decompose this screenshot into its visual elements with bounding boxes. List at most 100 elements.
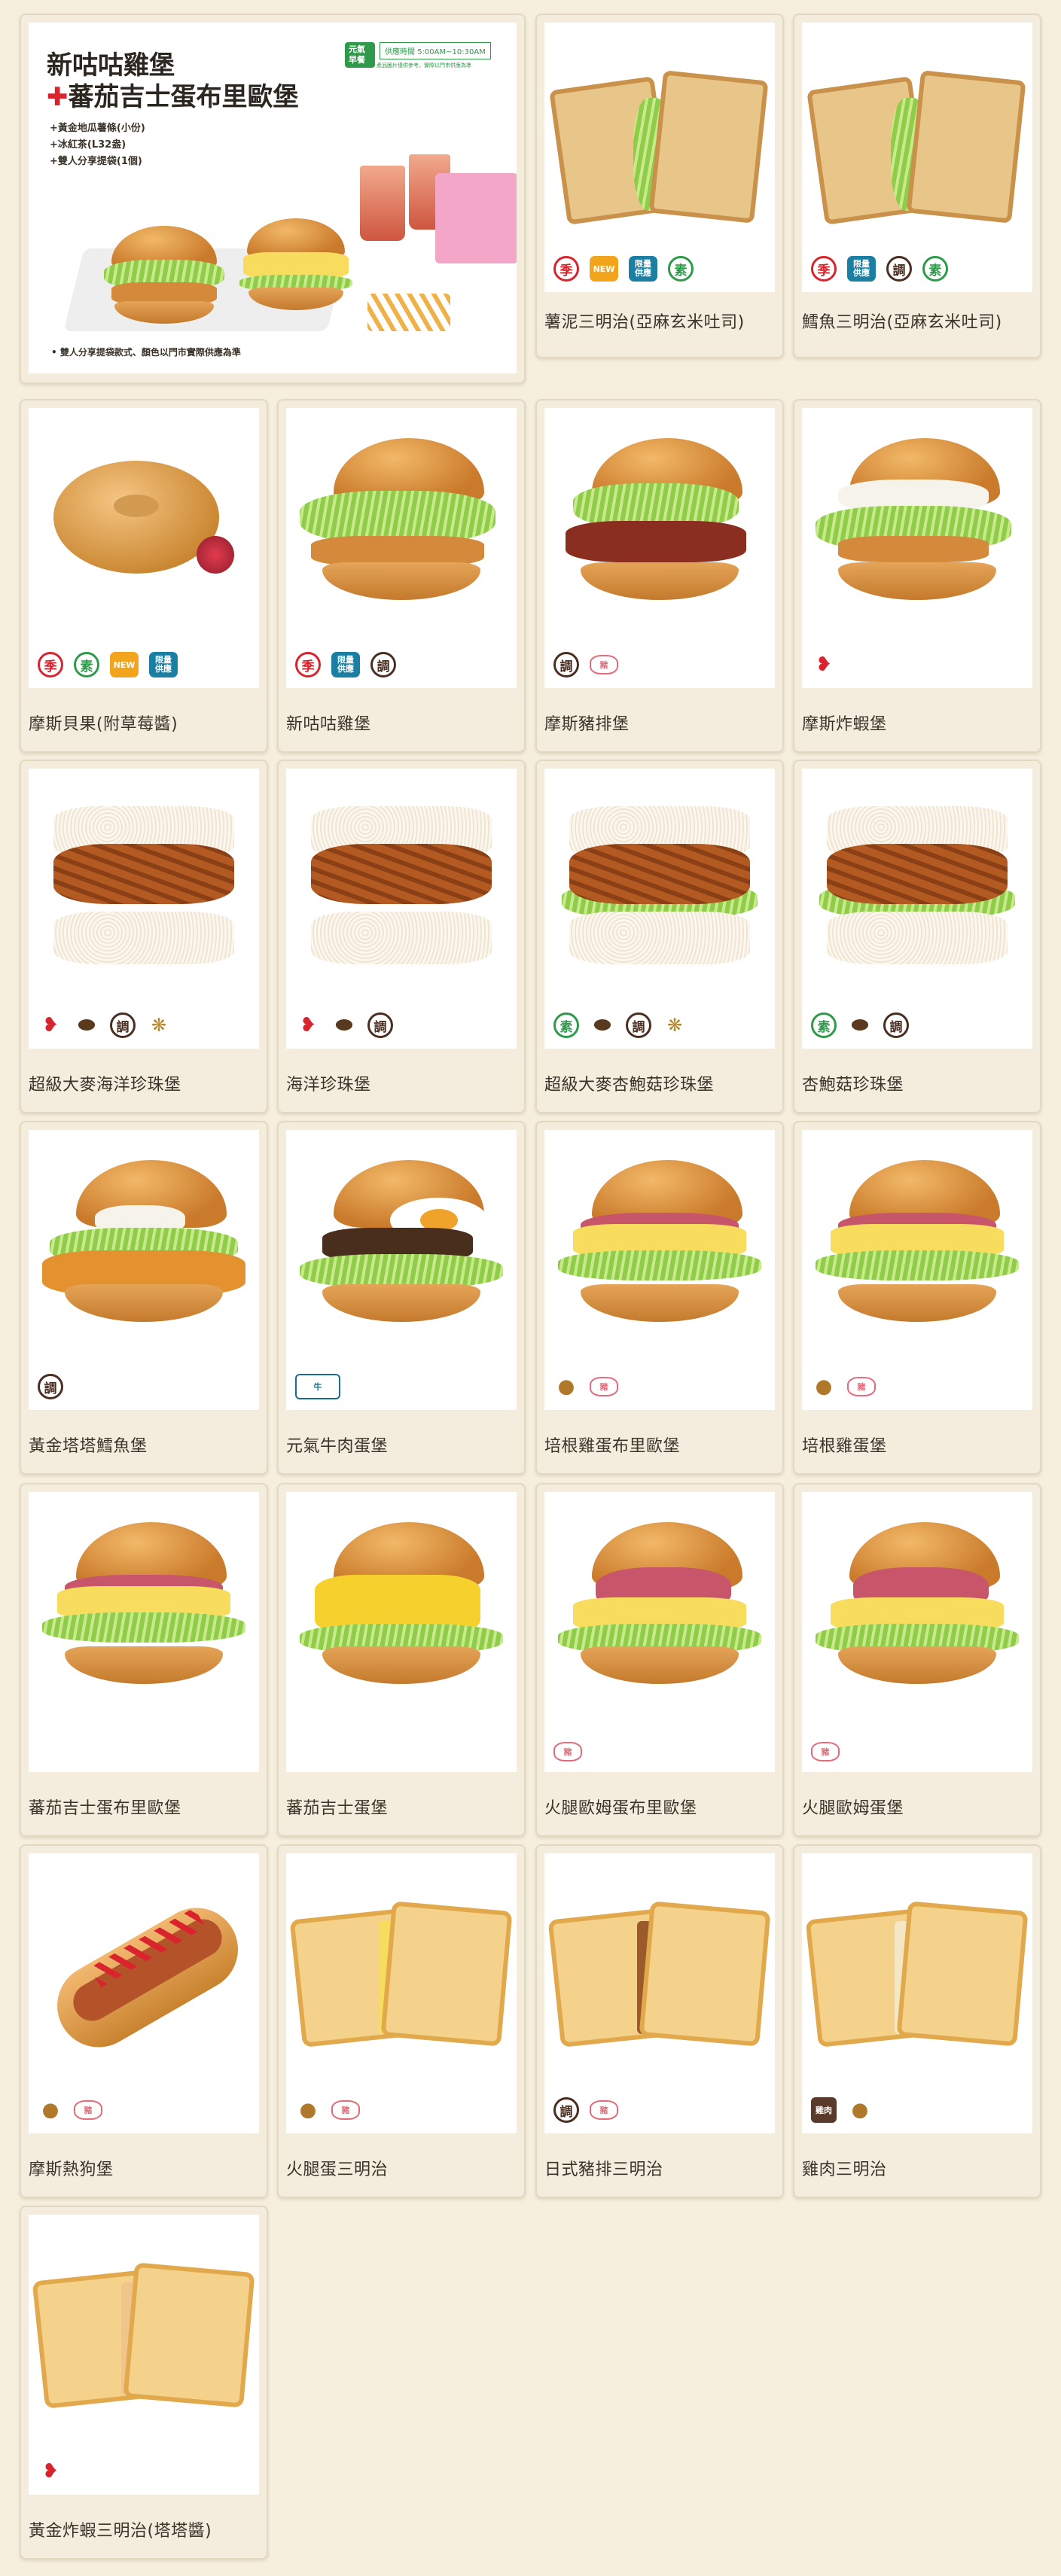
menu-item-icons: 季季限量供應限量供應調調素素 — [811, 256, 948, 282]
pork-icon: 豬 — [590, 1377, 618, 1396]
menu-item-photo: 豬豬 — [544, 1492, 775, 1772]
limited-supply-icon: 限量 供應 — [331, 652, 360, 677]
menu-item-name: 新咕咕雞堡 — [286, 715, 371, 734]
promo-line: +冰紅茶(L32盎) — [50, 139, 127, 151]
menu-item-photo: 蝦❥堅果⬬調調 — [286, 769, 517, 1049]
hotdog-illustration — [41, 1891, 254, 2064]
peanut-icon: ● — [41, 2099, 59, 2121]
sandwich-illustration — [549, 53, 769, 241]
menu-item-name: 海洋珍珠堡 — [286, 1076, 371, 1095]
menu-item-card[interactable]: 調調豬豬 摩斯豬排堡 — [535, 399, 784, 753]
menu-item-card[interactable]: 蕃茄吉士蛋堡 — [277, 1483, 526, 1837]
menu-item-name: 培根雞蛋布里歐堡 — [544, 1437, 681, 1456]
menu-item-photo: 季季限量供應限量供應調調 — [286, 408, 517, 688]
toast-sandwich-illustration — [32, 2245, 255, 2433]
menu-item-name: 鱈魚三明治(亞麻玄米吐司) — [802, 313, 1002, 332]
peanut-icon: ● — [557, 1375, 575, 1398]
menu-item-card[interactable]: 素素堅果⬬調調 杏鮑菇珍珠堡 — [793, 760, 1041, 1113]
pork-icon: 豬 — [847, 1377, 876, 1396]
menu-item-photo: 調調豬豬 — [544, 408, 775, 688]
menu-item-photo: 素素堅果⬬調調麥❋ — [544, 769, 775, 1049]
menu-item-name: 摩斯貝果(附草莓醬) — [29, 715, 178, 734]
seasoning-icon: 調 — [626, 1012, 651, 1038]
menu-item-card[interactable]: 素素堅果⬬調調麥❋ 超級大麥杏鮑菇珍珠堡 — [535, 760, 784, 1113]
pork-icon: 豬 — [590, 2100, 618, 2120]
menu-item-card[interactable]: 季季素素NEWNEW限量供應限量供應 摩斯貝果(附草莓醬) — [20, 399, 268, 753]
toast-sandwich-illustration — [289, 1883, 513, 2072]
pork-icon: 豬 — [811, 1742, 840, 1761]
menu-item-name: 杏鮑菇珍珠堡 — [802, 1076, 904, 1095]
menu-item-icons: 非美牛牛 — [295, 1374, 340, 1399]
menu-item-card[interactable]: 季季NEWNEW限量供應限量供應素素 薯泥三明治(亞麻玄米吐司) — [535, 14, 784, 358]
breakfast-badge: 元氣早餐 — [345, 42, 375, 68]
menu-item-card[interactable]: 蝦❥ 黃金炸蝦三明治(塔塔醬) — [20, 2206, 268, 2559]
menu-item-card[interactable]: 花生●豬豬 培根雞蛋布里歐堡 — [535, 1121, 784, 1475]
burger-illustration — [239, 203, 352, 324]
menu-item-card[interactable]: 季季限量供應限量供應調調素素 鱈魚三明治(亞麻玄米吐司) — [793, 14, 1041, 358]
menu-item-icons: 調調 — [38, 1374, 63, 1399]
menu-item-photo: 豬豬 — [802, 1492, 1032, 1772]
toast-sandwich-illustration — [547, 1883, 771, 2072]
menu-item-photo: 蝦❥ — [29, 2215, 259, 2495]
menu-item-name: 培根雞蛋堡 — [802, 1437, 887, 1456]
menu-item-card[interactable]: 蝦❥堅果⬬調調 海洋珍珠堡 — [277, 760, 526, 1113]
shrimp-icon: ❥ — [300, 1014, 316, 1037]
menu-item-card[interactable]: 豬豬 火腿歐姆蛋布里歐堡 — [535, 1483, 784, 1837]
new-icon: NEW — [590, 256, 618, 282]
menu-item-photo: 季季NEWNEW限量供應限量供應素素 — [544, 23, 775, 292]
almond-icon: ⬬ — [78, 1013, 96, 1037]
tote-bag-illustration — [435, 173, 517, 263]
menu-item-photo: 花生●豬豬 — [802, 1130, 1032, 1410]
promo-card[interactable]: 新咕咕雞堡 ✚蕃茄吉士蛋布里歐堡 +黃金地瓜薯條(小份) +冰紅茶(L32盎) … — [20, 14, 526, 384]
rice-burger-illustration — [554, 799, 765, 979]
menu-item-icons: 花生●豬豬 — [553, 1374, 618, 1399]
iced-tea-illustration — [360, 166, 405, 241]
menu-item-card[interactable]: 蝦❥堅果⬬調調麥❋ 超級大麥海洋珍珠堡 — [20, 760, 268, 1113]
pork-icon: 豬 — [590, 655, 618, 674]
menu-item-card[interactable]: 花生●豬豬 培根雞蛋堡 — [793, 1121, 1041, 1475]
burger-illustration — [300, 1160, 503, 1356]
menu-item-photo: 非美牛牛 — [286, 1130, 517, 1410]
vegetarian-icon: 素 — [811, 1012, 837, 1038]
almond-icon: ⬬ — [593, 1013, 611, 1037]
menu-item-card[interactable]: 非美牛牛 元氣牛肉蛋堡 — [277, 1121, 526, 1475]
shrimp-icon: ❥ — [816, 653, 832, 676]
burger-illustration — [558, 1160, 761, 1356]
menu-item-photo: 花生●豬豬 — [544, 1130, 775, 1410]
menu-item-photo: 花生●豬豬 — [286, 1853, 517, 2133]
limited-supply-icon: 限量 供應 — [629, 256, 657, 282]
menu-item-name: 火腿蛋三明治 — [286, 2160, 389, 2179]
menu-item-name: 超級大麥杏鮑菇珍珠堡 — [544, 1076, 715, 1095]
burger-illustration — [104, 211, 224, 331]
menu-item-name: 元氣牛肉蛋堡 — [286, 1437, 389, 1456]
wheat-icon: ❋ — [666, 1015, 683, 1036]
menu-item-photo: 蝦❥堅果⬬調調麥❋ — [29, 769, 259, 1049]
menu-item-card[interactable]: 調調豬豬 日式豬排三明治 — [535, 1844, 784, 2198]
sandwich-illustration — [806, 53, 1026, 241]
menu-item-card[interactable]: 花生●豬豬 火腿蛋三明治 — [277, 1844, 526, 2198]
menu-item-card[interactable]: 調調 黃金塔塔鱈魚堡 — [20, 1121, 268, 1475]
burger-illustration — [300, 438, 503, 634]
pork-icon: 豬 — [331, 2100, 360, 2120]
menu-item-card[interactable]: 季季限量供應限量供應調調 新咕咕雞堡 — [277, 399, 526, 753]
menu-item-icons: 調調豬豬 — [553, 2097, 618, 2123]
menu-item-icons: 素素堅果⬬調調 — [811, 1012, 909, 1038]
vegetarian-icon: 素 — [922, 256, 948, 282]
menu-item-icons: 季季NEWNEW限量供應限量供應素素 — [553, 256, 694, 282]
promo-title-line1: 新咕咕雞堡 — [47, 50, 175, 81]
menu-item-icons: 蝦❥ — [38, 2459, 63, 2484]
seasoning-icon: 調 — [367, 1012, 393, 1038]
menu-item-photo: 蝦❥ — [802, 408, 1032, 688]
almond-icon: ⬬ — [335, 1013, 353, 1037]
menu-item-card[interactable]: 蝦❥ 摩斯炸蝦堡 — [793, 399, 1041, 753]
pork-icon: 豬 — [74, 2100, 102, 2120]
menu-item-photo: 季季限量供應限量供應調調素素 — [802, 23, 1032, 292]
menu-item-card[interactable]: 豬豬 火腿歐姆蛋堡 — [793, 1483, 1041, 1837]
menu-item-card[interactable]: 蕃茄吉士蛋布里歐堡 — [20, 1483, 268, 1837]
vegetarian-icon: 素 — [668, 256, 694, 282]
menu-item-icons: 雞肉供應雞肉花生● — [811, 2097, 873, 2123]
menu-item-card[interactable]: 雞肉供應雞肉花生● 雞肉三明治 — [793, 1844, 1041, 2198]
menu-item-card[interactable]: 花生●豬豬 摩斯熱狗堡 — [20, 1844, 268, 2198]
menu-item-photo: 花生●豬豬 — [29, 1853, 259, 2133]
menu-item-photo: 素素堅果⬬調調 — [802, 769, 1032, 1049]
